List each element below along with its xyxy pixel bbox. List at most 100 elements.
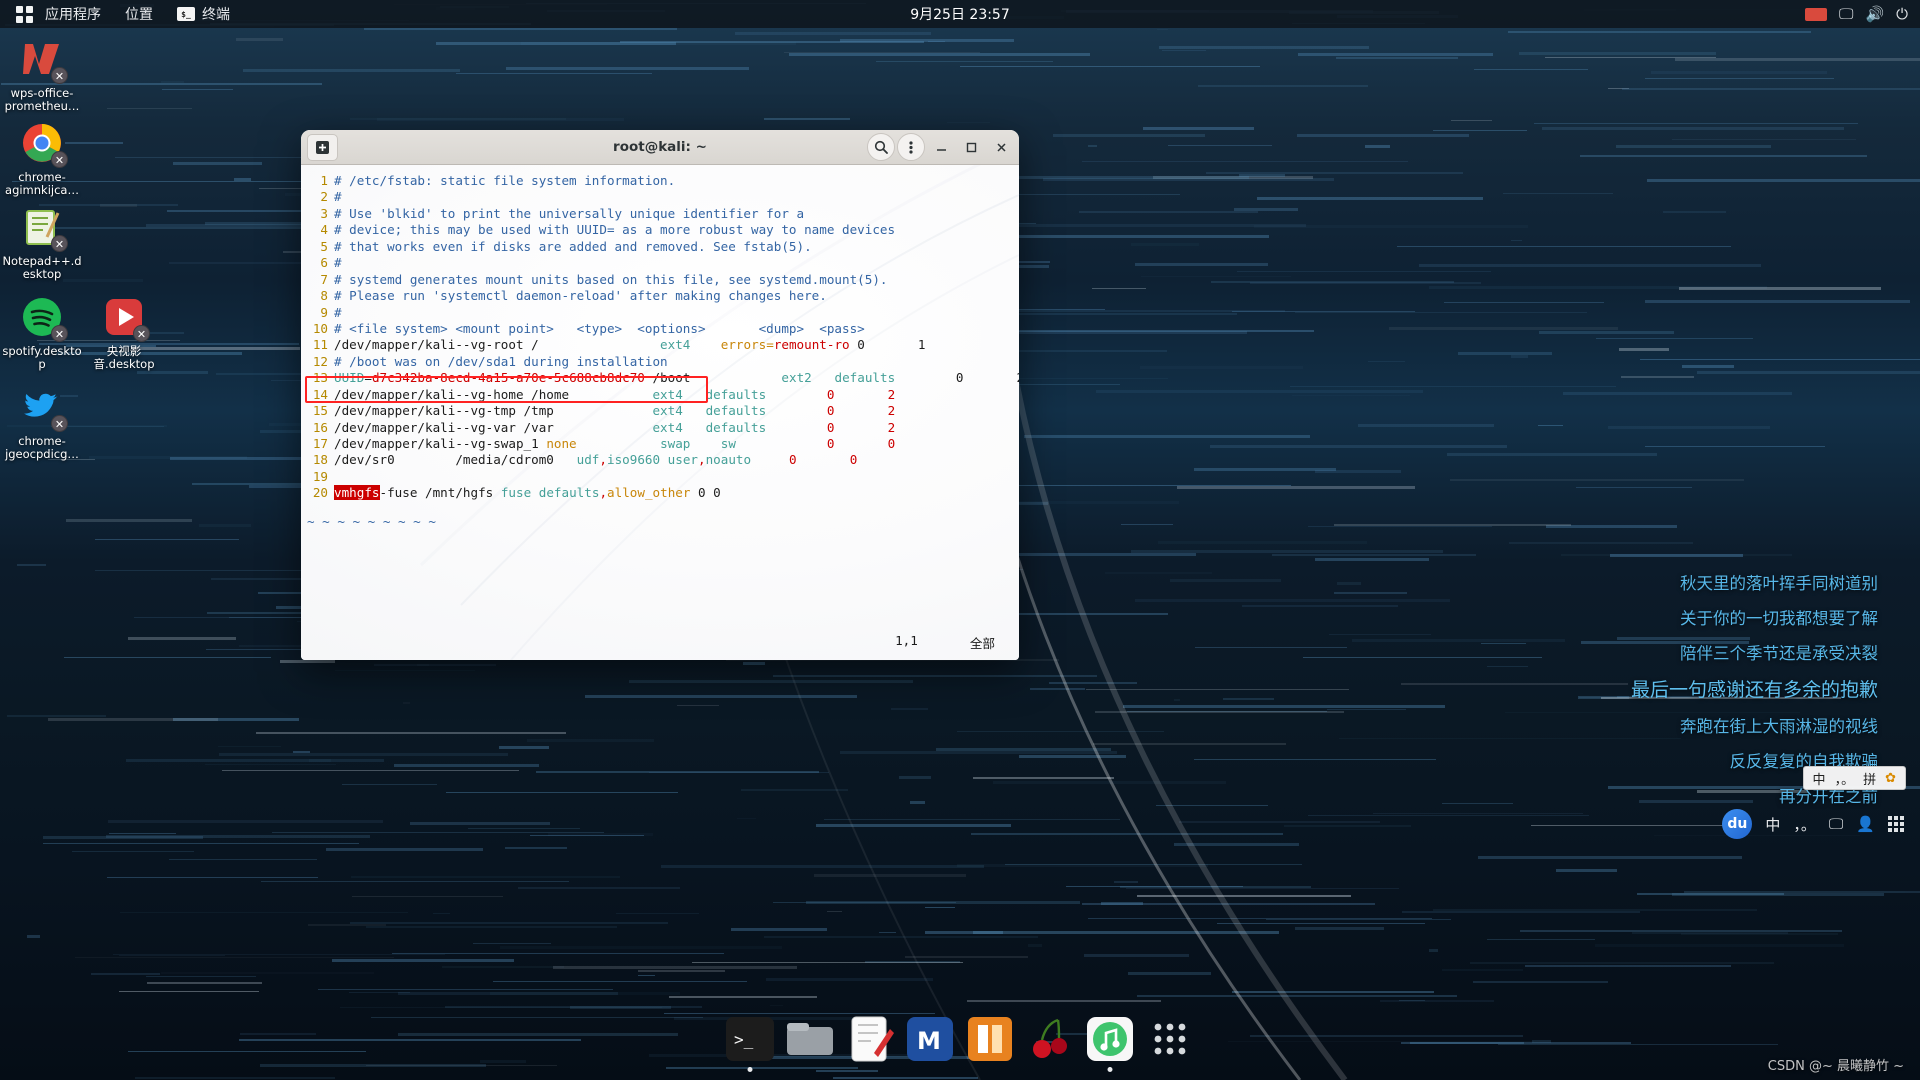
line-number: 6 (320, 255, 328, 271)
code-token: defaults (705, 419, 767, 435)
window-icon[interactable]: 🖵 (1829, 815, 1843, 833)
code-line: 9 # (301, 305, 1019, 321)
code-token: # device; this may be used with UUID= as… (334, 222, 896, 238)
desktop-icon-cctv-video[interactable]: ✕ 央视影音.desktop (82, 294, 166, 371)
grid-dot (1900, 822, 1904, 826)
code-token: 1 (864, 337, 926, 353)
grid-dot (16, 5, 23, 13)
dock-item-cherry-app[interactable] (1024, 1013, 1076, 1065)
highlight-annotation-box (305, 376, 708, 403)
code-token: sw (720, 436, 736, 451)
close-icon[interactable] (987, 134, 1015, 161)
taskbar-window-terminal[interactable]: $_ 终端 (165, 0, 242, 28)
terminal-content[interactable]: 1 # /etc/fstab: static file system inform… (301, 165, 1019, 660)
desktop-icon-wps-office[interactable]: ✕ wps-office-prometheu… (0, 36, 84, 113)
line-number: 16 (312, 419, 328, 435)
menu-applications[interactable]: 应用程序 (33, 0, 113, 28)
code-line: 18/dev/sr0 /media/cdrom0 udf,iso9660 use… (301, 452, 1019, 468)
desktop-icon-label: wps-office-prometheu… (4, 86, 80, 113)
code-token: # /boot was on /dev/sda1 during installa… (334, 353, 668, 369)
code-token: # (334, 255, 342, 271)
baidu-ime-bar[interactable]: du 中 ，。 🖵 👤 (1712, 806, 1914, 842)
search-icon[interactable] (867, 133, 895, 161)
app-grid-icon[interactable] (1888, 816, 1904, 832)
baidu-language[interactable]: 中 (1765, 814, 1780, 835)
code-token: /dev/mapper/kali--vg-root / (334, 337, 539, 353)
ime-punctuation[interactable]: ，。 (1835, 769, 1855, 788)
lyric-line: 秋天里的落叶挥手同树道别 (1680, 574, 1878, 593)
user-icon[interactable]: 👤 (1856, 815, 1875, 833)
desktop-icon-spotify[interactable]: ✕ spotify.desktop (0, 294, 84, 371)
baidu-punctuation[interactable]: ，。 (1793, 814, 1816, 835)
titlebar-controls (867, 133, 1019, 161)
applications-label: 应用程序 (45, 7, 101, 23)
code-line: 2 # (301, 189, 1019, 205)
code-token: 2 (887, 419, 896, 435)
code-token: ext4 (652, 403, 683, 419)
code-token: swap (660, 436, 691, 451)
new-tab-icon[interactable] (307, 133, 338, 161)
code-token: 0 (849, 452, 858, 468)
dock-item-vlc-media[interactable] (964, 1013, 1016, 1065)
desktop-icon-label: chrome-agimnkijca… (5, 170, 79, 197)
ime-mode[interactable]: 拼 (1863, 769, 1876, 788)
activities-grid-icon[interactable] (16, 5, 33, 23)
files-icon (787, 1023, 833, 1055)
kebab-menu-icon[interactable] (897, 133, 925, 161)
code-token: vmhgfs (334, 485, 380, 501)
keyboard-icon[interactable] (1804, 7, 1827, 21)
code-token: # (334, 189, 342, 205)
desktop-icon-chrome-jgeocpdicg[interactable]: ✕ chrome-jgeocpdicg… (0, 384, 84, 461)
cctv-video-icon: ✕ (101, 294, 150, 342)
line-number: 2 (320, 189, 328, 205)
power-icon[interactable]: ⏻ (1896, 5, 1908, 23)
dock-item-terminal[interactable]: >_ (724, 1013, 776, 1072)
minimize-icon[interactable] (927, 134, 955, 161)
display-icon[interactable]: 🖵 (1839, 5, 1853, 23)
show-applications-icon (1154, 1023, 1186, 1055)
chrome-icon: ✕ (19, 120, 68, 168)
grid-dot (26, 5, 33, 13)
volume-icon[interactable]: 🔊 (1865, 5, 1884, 23)
panel-clock[interactable]: 9月25日 23:57 (910, 4, 1010, 24)
line-number: 4 (320, 222, 328, 238)
code-token: 2 (887, 403, 896, 419)
terminal-window[interactable]: root@kali: ~ 1 # /etc/fstab: static file… (301, 130, 1019, 660)
fstab-source-listing[interactable]: 1 # /etc/fstab: static file system inform… (301, 165, 1019, 502)
code-token: # /etc/fstab: static file system informa… (334, 173, 676, 188)
code-line: 20 vmhgfs-fuse /mnt/hgfs fuse defaults,al… (301, 485, 1019, 501)
ime-language[interactable]: 中 (1813, 769, 1826, 788)
grid-dot (16, 15, 23, 23)
maximize-icon[interactable] (957, 134, 985, 161)
dock-item-show-applications[interactable] (1144, 1013, 1196, 1065)
dock-item-metasploit[interactable]: M (904, 1013, 956, 1065)
dock-item-text-editor[interactable] (844, 1013, 896, 1065)
code-token: errors= (720, 337, 774, 353)
twitter-bird-icon: ✕ (19, 384, 68, 432)
baidu-logo-icon[interactable]: du (1722, 809, 1753, 839)
running-indicator (747, 1067, 753, 1072)
code-line: 4 # device; this may be used with UUID= a… (301, 222, 1019, 238)
text-editor-icon (851, 1016, 894, 1062)
gear-icon[interactable]: ✿ (1885, 771, 1896, 786)
menu-places[interactable]: 位置 (113, 0, 165, 28)
desktop-icon-chrome-agimnkijca[interactable]: ✕ chrome-agimnkijca… (0, 120, 84, 197)
line-number: 20 (312, 485, 328, 501)
dock-item-music-player[interactable] (1084, 1013, 1136, 1072)
terminal-titlebar[interactable]: root@kali: ~ (301, 130, 1019, 165)
top-panel: 应用程序 位置 $_ 终端 9月25日 23:57 🖵 🔊 ⏻ (0, 0, 1920, 28)
code-token: /dev/sr0 /media/cdrom0 (334, 452, 577, 468)
desktop-icon-notepad-plus-plus[interactable]: ✕ Notepad++.desktop (0, 204, 84, 281)
code-token: , (599, 485, 608, 501)
dock-item-files[interactable] (784, 1013, 836, 1065)
code-token: none (546, 436, 577, 451)
line-number: 5 (320, 238, 328, 254)
ime-status-bar[interactable]: 中 ，。 拼 ✿ (1802, 766, 1906, 790)
line-number: 10 (312, 320, 328, 336)
